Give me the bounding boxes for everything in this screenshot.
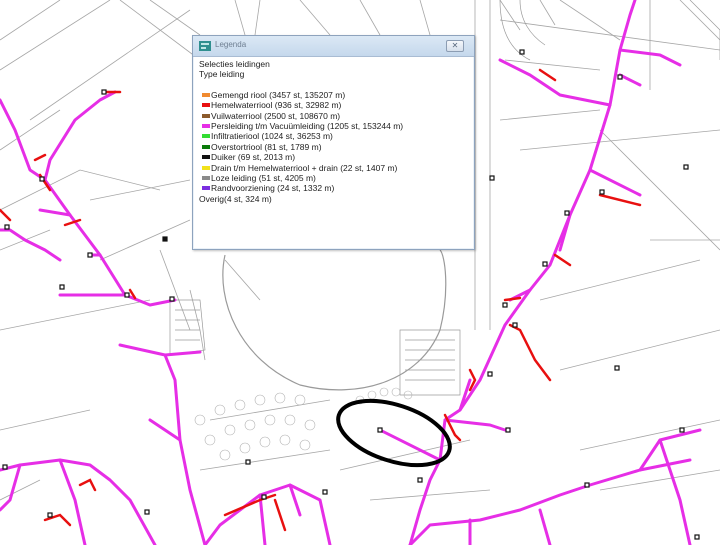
- legend-body: Selecties leidingen Type leiding Gemengd…: [194, 57, 473, 248]
- manhole-node-icon: [617, 74, 623, 80]
- legend-heading-type: Type leiding: [199, 69, 245, 80]
- close-icon[interactable]: ✕: [446, 40, 464, 52]
- manhole-node-icon: [377, 427, 383, 433]
- manhole-node-icon: [683, 164, 689, 170]
- pond-outline: [222, 249, 447, 391]
- legend-item-label: Loze leiding (51 st, 4205 m): [211, 173, 316, 184]
- legend-swatch: [202, 113, 210, 118]
- manhole-node-icon: [162, 236, 168, 242]
- legend-item: Hemelwaterriool (936 st, 32982 m): [199, 100, 468, 110]
- manhole-node-icon: [322, 489, 328, 495]
- legend-item-label: Drain t/m Hemelwaterriool + drain (22 st…: [211, 162, 398, 173]
- manhole-node-icon: [584, 482, 590, 488]
- manhole-node-icon: [614, 365, 620, 371]
- legend-swatch: [202, 155, 210, 160]
- tree-area: [194, 387, 413, 461]
- legend-item-label: Vuilwaterriool (2500 st, 108670 m): [211, 110, 341, 121]
- manhole-node-icon: [519, 49, 525, 55]
- legend-swatch: [202, 165, 210, 170]
- manhole-node-icon: [39, 176, 45, 182]
- manhole-node-icon: [487, 371, 493, 377]
- legend-item: Overstortriool (81 st, 1789 m): [199, 142, 468, 152]
- legend-swatch: [202, 124, 210, 129]
- manhole-node-icon: [169, 296, 175, 302]
- manhole-node-icon: [2, 464, 8, 470]
- legend-swatch: [202, 176, 210, 181]
- legend-swatch: [202, 186, 210, 191]
- manhole-node-icon: [512, 322, 518, 328]
- legend-item: Infiltratieriool (1024 st, 36253 m): [199, 131, 468, 141]
- manhole-node-icon: [101, 89, 107, 95]
- manhole-node-icon: [679, 427, 685, 433]
- legend-window[interactable]: Legenda ✕ Selecties leidingen Type leidi…: [192, 35, 475, 250]
- legend-overig: Overig(4 st, 324 m): [199, 193, 272, 204]
- manhole-node-icon: [59, 284, 65, 290]
- legend-swatch: [202, 92, 210, 97]
- manhole-node-icon: [124, 292, 130, 298]
- manhole-node-icon: [87, 252, 93, 258]
- legend-item-label: Duiker (69 st, 2013 m): [211, 152, 296, 163]
- manhole-node-icon: [694, 534, 700, 540]
- manhole-node-icon: [4, 224, 10, 230]
- legend-app-icon: [199, 41, 211, 51]
- legend-spacer: [199, 80, 468, 90]
- legend-item-list: Gemengd riool (3457 st, 135207 m) Hemelwa…: [199, 90, 468, 194]
- manhole-node-icon: [245, 459, 251, 465]
- manhole-node-icon: [502, 302, 508, 308]
- legend-item-label: Gemengd riool (3457 st, 135207 m): [211, 89, 346, 100]
- manhole-node-icon: [564, 210, 570, 216]
- manhole-node-icon: [489, 175, 495, 181]
- legend-item: Loze leiding (51 st, 4205 m): [199, 173, 468, 183]
- legend-title: Legenda: [215, 40, 247, 49]
- manhole-node-icon: [542, 261, 548, 267]
- legend-item: Drain t/m Hemelwaterriool + drain (22 st…: [199, 163, 468, 173]
- legend-swatch: [202, 103, 210, 108]
- legend-item: Vuilwaterriool (2500 st, 108670 m): [199, 111, 468, 121]
- manhole-node-icon: [599, 189, 605, 195]
- legend-item-label: Randvoorziening (24 st, 1332 m): [211, 183, 335, 194]
- legend-item: Randvoorziening (24 st, 1332 m): [199, 183, 468, 193]
- legend-titlebar[interactable]: Legenda ✕: [193, 36, 474, 57]
- legend-item-label: Hemelwaterriool (936 st, 32982 m): [211, 100, 342, 111]
- legend-swatch: [202, 134, 210, 139]
- manhole-node-icon: [505, 427, 511, 433]
- legend-swatch: [202, 144, 210, 149]
- manhole-node-icon: [144, 509, 150, 515]
- legend-heading-selection: Selecties leidingen: [199, 59, 270, 69]
- legend-item-label: Overstortriool (81 st, 1789 m): [211, 141, 322, 152]
- legend-item: Duiker (69 st, 2013 m): [199, 152, 468, 162]
- legend-item-label: Persleiding t/m Vacuümleiding (1205 st, …: [211, 121, 404, 132]
- legend-item: Gemengd riool (3457 st, 135207 m): [199, 90, 468, 100]
- manhole-node-icon: [261, 494, 267, 500]
- manhole-node-icon: [47, 512, 53, 518]
- manhole-node-icon: [417, 477, 423, 483]
- legend-item-label: Infiltratieriool (1024 st, 36253 m): [211, 131, 333, 142]
- legend-item: Persleiding t/m Vacuümleiding (1205 st, …: [199, 121, 468, 131]
